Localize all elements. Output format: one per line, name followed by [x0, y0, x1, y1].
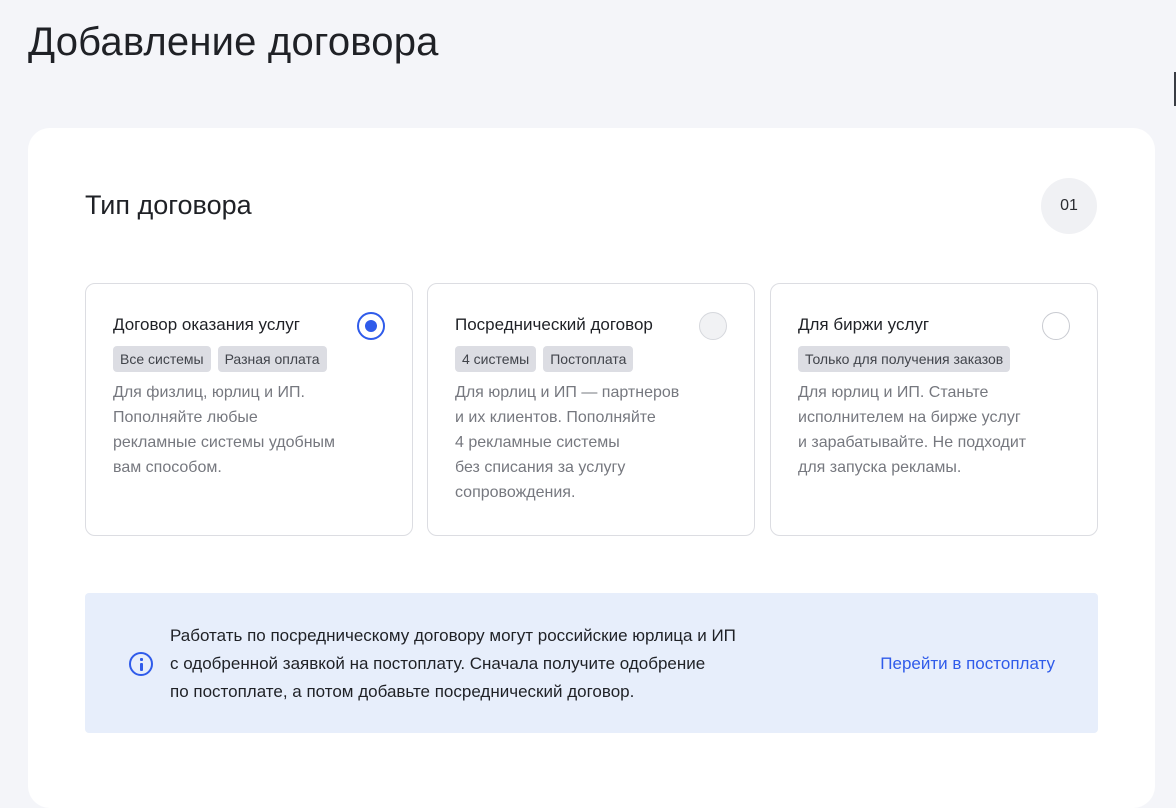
- tag: Постоплата: [543, 346, 634, 372]
- tag: Все системы: [113, 346, 211, 372]
- radio-selected-icon[interactable]: [357, 312, 385, 340]
- option-services-exchange[interactable]: Для биржи услуг Только для получения зак…: [770, 283, 1098, 536]
- postpay-link[interactable]: Перейти в постоплату: [880, 650, 1055, 678]
- tag-list: 4 системы Постоплата: [455, 346, 754, 372]
- info-text: Работать по посредническому договору мог…: [170, 626, 736, 701]
- option-description: Для юрлиц и ИП. Станьте исполнителем на …: [798, 384, 1027, 476]
- option-agency-contract[interactable]: Посреднический договор 4 системы Постопл…: [427, 283, 755, 536]
- radio-disabled-icon[interactable]: [699, 312, 727, 340]
- option-description: Для физлиц, юрлиц и ИП. Пополняйте любые…: [113, 384, 336, 476]
- page-title: Добавление договора: [28, 20, 439, 64]
- contract-type-options: Договор оказания услуг Все системы Разна…: [85, 283, 1098, 536]
- radio-unselected-icon[interactable]: [1042, 312, 1070, 340]
- info-banner: Работать по посредническому договору мог…: [85, 593, 1098, 733]
- section-title: Тип договора: [85, 190, 252, 220]
- tag-list: Только для получения заказов: [798, 346, 1097, 372]
- option-service-contract[interactable]: Договор оказания услуг Все системы Разна…: [85, 283, 413, 536]
- tag: Только для получения заказов: [798, 346, 1011, 372]
- info-icon: [129, 652, 153, 676]
- tag-list: Все системы Разная оплата: [113, 346, 412, 372]
- tag: 4 системы: [455, 346, 537, 372]
- option-description: Для юрлиц и ИП — партнеров и их клиентов…: [455, 384, 680, 501]
- contract-form-card: Тип договора 01 Договор оказания услуг В…: [28, 128, 1155, 808]
- step-badge: 01: [1041, 178, 1097, 234]
- tag: Разная оплата: [217, 346, 327, 372]
